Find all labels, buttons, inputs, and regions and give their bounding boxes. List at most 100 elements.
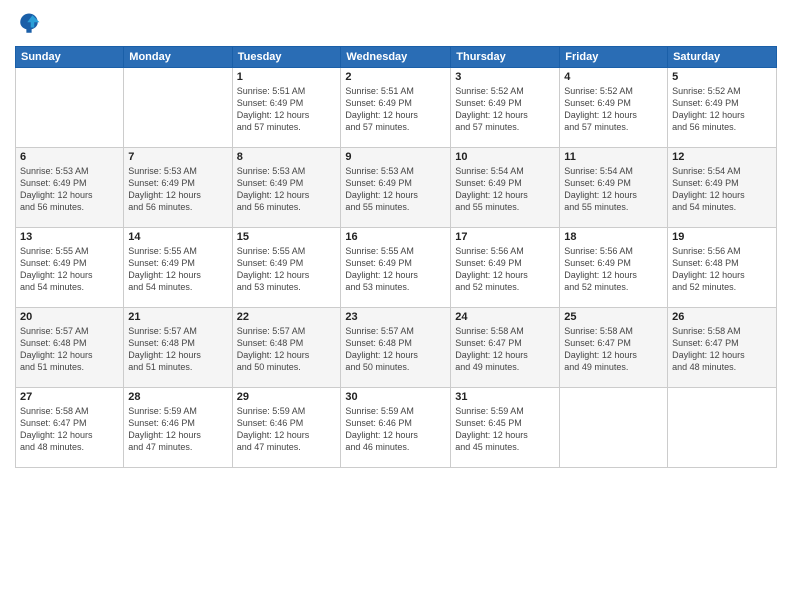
calendar-cell-4-0: 27 Sunrise: 5:58 AM Sunset: 6:47 PM Dayli… (16, 388, 124, 468)
day-number: 1 (237, 71, 337, 83)
day-number: 30 (345, 391, 446, 403)
day-number: 12 (672, 151, 772, 163)
day-number: 15 (237, 231, 337, 243)
day-number: 2 (345, 71, 446, 83)
calendar-week-4: 20 Sunrise: 5:57 AM Sunset: 6:48 PM Dayli… (16, 308, 777, 388)
weekday-header-saturday: Saturday (668, 47, 777, 68)
day-number: 16 (345, 231, 446, 243)
day-info: Sunrise: 5:56 AM Sunset: 6:48 PM Dayligh… (672, 245, 772, 294)
day-info: Sunrise: 5:54 AM Sunset: 6:49 PM Dayligh… (564, 165, 663, 214)
weekday-header-thursday: Thursday (451, 47, 560, 68)
calendar-cell-4-2: 29Sunrise: 5:59 AM Sunset: 6:46 PM Dayli… (232, 388, 341, 468)
calendar-cell-0-4: 3Sunrise: 5:52 AM Sunset: 6:49 PM Daylig… (451, 68, 560, 148)
calendar-cell-2-3: 16 Sunrise: 5:55 AM Sunset: 6:49 PM Dayli… (341, 228, 451, 308)
calendar-cell-4-4: 31 Sunrise: 5:59 AM Sunset: 6:45 PM Dayli… (451, 388, 560, 468)
calendar-cell-3-6: 26 Sunrise: 5:58 AM Sunset: 6:47 PM Dayli… (668, 308, 777, 388)
day-info: Sunrise: 5:51 AM Sunset: 6:49 PM Dayligh… (345, 85, 446, 134)
weekday-header-monday: Monday (124, 47, 232, 68)
day-info: Sunrise: 5:59 AM Sunset: 6:46 PM Dayligh… (345, 405, 446, 454)
day-number: 24 (455, 311, 555, 323)
day-info: Sunrise: 5:58 AM Sunset: 6:47 PM Dayligh… (20, 405, 119, 454)
logo-icon (15, 10, 43, 38)
day-number: 31 (455, 391, 555, 403)
day-number: 8 (237, 151, 337, 163)
header (15, 10, 777, 38)
day-info: Sunrise: 5:57 AM Sunset: 6:48 PM Dayligh… (237, 325, 337, 374)
calendar-cell-2-2: 15 Sunrise: 5:55 AM Sunset: 6:49 PM Dayli… (232, 228, 341, 308)
calendar-cell-0-0 (16, 68, 124, 148)
calendar-cell-2-4: 17 Sunrise: 5:56 AM Sunset: 6:49 PM Dayli… (451, 228, 560, 308)
calendar-cell-4-6 (668, 388, 777, 468)
calendar-cell-3-2: 22 Sunrise: 5:57 AM Sunset: 6:48 PM Dayli… (232, 308, 341, 388)
calendar-cell-0-5: 4 Sunrise: 5:52 AM Sunset: 6:49 PM Daylig… (560, 68, 668, 148)
calendar-cell-2-5: 18 Sunrise: 5:56 AM Sunset: 6:49 PM Dayli… (560, 228, 668, 308)
calendar-cell-1-0: 6Sunrise: 5:53 AM Sunset: 6:49 PM Daylig… (16, 148, 124, 228)
calendar-cell-3-3: 23Sunrise: 5:57 AM Sunset: 6:48 PM Dayli… (341, 308, 451, 388)
calendar-cell-4-1: 28 Sunrise: 5:59 AM Sunset: 6:46 PM Dayli… (124, 388, 232, 468)
day-info: Sunrise: 5:53 AM Sunset: 6:49 PM Dayligh… (128, 165, 227, 214)
day-info: Sunrise: 5:56 AM Sunset: 6:49 PM Dayligh… (564, 245, 663, 294)
weekday-header-sunday: Sunday (16, 47, 124, 68)
day-info: Sunrise: 5:55 AM Sunset: 6:49 PM Dayligh… (345, 245, 446, 294)
weekday-header-tuesday: Tuesday (232, 47, 341, 68)
logo (15, 10, 47, 38)
day-number: 13 (20, 231, 119, 243)
weekday-header-row: SundayMondayTuesdayWednesdayThursdayFrid… (16, 47, 777, 68)
calendar-cell-4-3: 30 Sunrise: 5:59 AM Sunset: 6:46 PM Dayli… (341, 388, 451, 468)
calendar-cell-3-5: 25 Sunrise: 5:58 AM Sunset: 6:47 PM Dayli… (560, 308, 668, 388)
calendar-cell-3-1: 21 Sunrise: 5:57 AM Sunset: 6:48 PM Dayli… (124, 308, 232, 388)
day-info: Sunrise: 5:54 AM Sunset: 6:49 PM Dayligh… (672, 165, 772, 214)
day-number: 21 (128, 311, 227, 323)
day-number: 3 (455, 71, 555, 83)
day-number: 27 (20, 391, 119, 403)
calendar-week-2: 6Sunrise: 5:53 AM Sunset: 6:49 PM Daylig… (16, 148, 777, 228)
calendar-week-1: 1 Sunrise: 5:51 AM Sunset: 6:49 PM Daylig… (16, 68, 777, 148)
day-info: Sunrise: 5:53 AM Sunset: 6:49 PM Dayligh… (20, 165, 119, 214)
day-number: 29 (237, 391, 337, 403)
day-number: 14 (128, 231, 227, 243)
calendar-cell-1-5: 11 Sunrise: 5:54 AM Sunset: 6:49 PM Dayli… (560, 148, 668, 228)
calendar-cell-0-6: 5 Sunrise: 5:52 AM Sunset: 6:49 PM Daylig… (668, 68, 777, 148)
calendar-cell-1-3: 9Sunrise: 5:53 AM Sunset: 6:49 PM Daylig… (341, 148, 451, 228)
day-info: Sunrise: 5:51 AM Sunset: 6:49 PM Dayligh… (237, 85, 337, 134)
calendar-week-3: 13 Sunrise: 5:55 AM Sunset: 6:49 PM Dayli… (16, 228, 777, 308)
day-info: Sunrise: 5:55 AM Sunset: 6:49 PM Dayligh… (237, 245, 337, 294)
weekday-header-wednesday: Wednesday (341, 47, 451, 68)
day-info: Sunrise: 5:53 AM Sunset: 6:49 PM Dayligh… (237, 165, 337, 214)
calendar-cell-2-1: 14Sunrise: 5:55 AM Sunset: 6:49 PM Dayli… (124, 228, 232, 308)
day-number: 11 (564, 151, 663, 163)
calendar-cell-1-1: 7 Sunrise: 5:53 AM Sunset: 6:49 PM Daylig… (124, 148, 232, 228)
day-number: 19 (672, 231, 772, 243)
calendar-cell-1-6: 12 Sunrise: 5:54 AM Sunset: 6:49 PM Dayli… (668, 148, 777, 228)
calendar-cell-2-6: 19 Sunrise: 5:56 AM Sunset: 6:48 PM Dayli… (668, 228, 777, 308)
day-number: 5 (672, 71, 772, 83)
day-info: Sunrise: 5:58 AM Sunset: 6:47 PM Dayligh… (672, 325, 772, 374)
day-info: Sunrise: 5:57 AM Sunset: 6:48 PM Dayligh… (128, 325, 227, 374)
day-number: 7 (128, 151, 227, 163)
main-container: SundayMondayTuesdayWednesdayThursdayFrid… (0, 0, 792, 612)
day-number: 18 (564, 231, 663, 243)
day-number: 4 (564, 71, 663, 83)
day-info: Sunrise: 5:58 AM Sunset: 6:47 PM Dayligh… (455, 325, 555, 374)
day-number: 25 (564, 311, 663, 323)
day-number: 28 (128, 391, 227, 403)
day-info: Sunrise: 5:56 AM Sunset: 6:49 PM Dayligh… (455, 245, 555, 294)
day-info: Sunrise: 5:59 AM Sunset: 6:45 PM Dayligh… (455, 405, 555, 454)
day-number: 17 (455, 231, 555, 243)
calendar-table: SundayMondayTuesdayWednesdayThursdayFrid… (15, 46, 777, 468)
day-info: Sunrise: 5:57 AM Sunset: 6:48 PM Dayligh… (20, 325, 119, 374)
calendar-cell-1-2: 8 Sunrise: 5:53 AM Sunset: 6:49 PM Daylig… (232, 148, 341, 228)
calendar-cell-3-4: 24 Sunrise: 5:58 AM Sunset: 6:47 PM Dayli… (451, 308, 560, 388)
day-info: Sunrise: 5:58 AM Sunset: 6:47 PM Dayligh… (564, 325, 663, 374)
day-info: Sunrise: 5:59 AM Sunset: 6:46 PM Dayligh… (128, 405, 227, 454)
day-info: Sunrise: 5:52 AM Sunset: 6:49 PM Dayligh… (672, 85, 772, 134)
calendar-cell-4-5 (560, 388, 668, 468)
day-number: 20 (20, 311, 119, 323)
day-info: Sunrise: 5:57 AM Sunset: 6:48 PM Dayligh… (345, 325, 446, 374)
day-number: 22 (237, 311, 337, 323)
day-info: Sunrise: 5:53 AM Sunset: 6:49 PM Dayligh… (345, 165, 446, 214)
day-info: Sunrise: 5:52 AM Sunset: 6:49 PM Dayligh… (564, 85, 663, 134)
calendar-week-5: 27 Sunrise: 5:58 AM Sunset: 6:47 PM Dayli… (16, 388, 777, 468)
day-number: 26 (672, 311, 772, 323)
day-info: Sunrise: 5:55 AM Sunset: 6:49 PM Dayligh… (20, 245, 119, 294)
